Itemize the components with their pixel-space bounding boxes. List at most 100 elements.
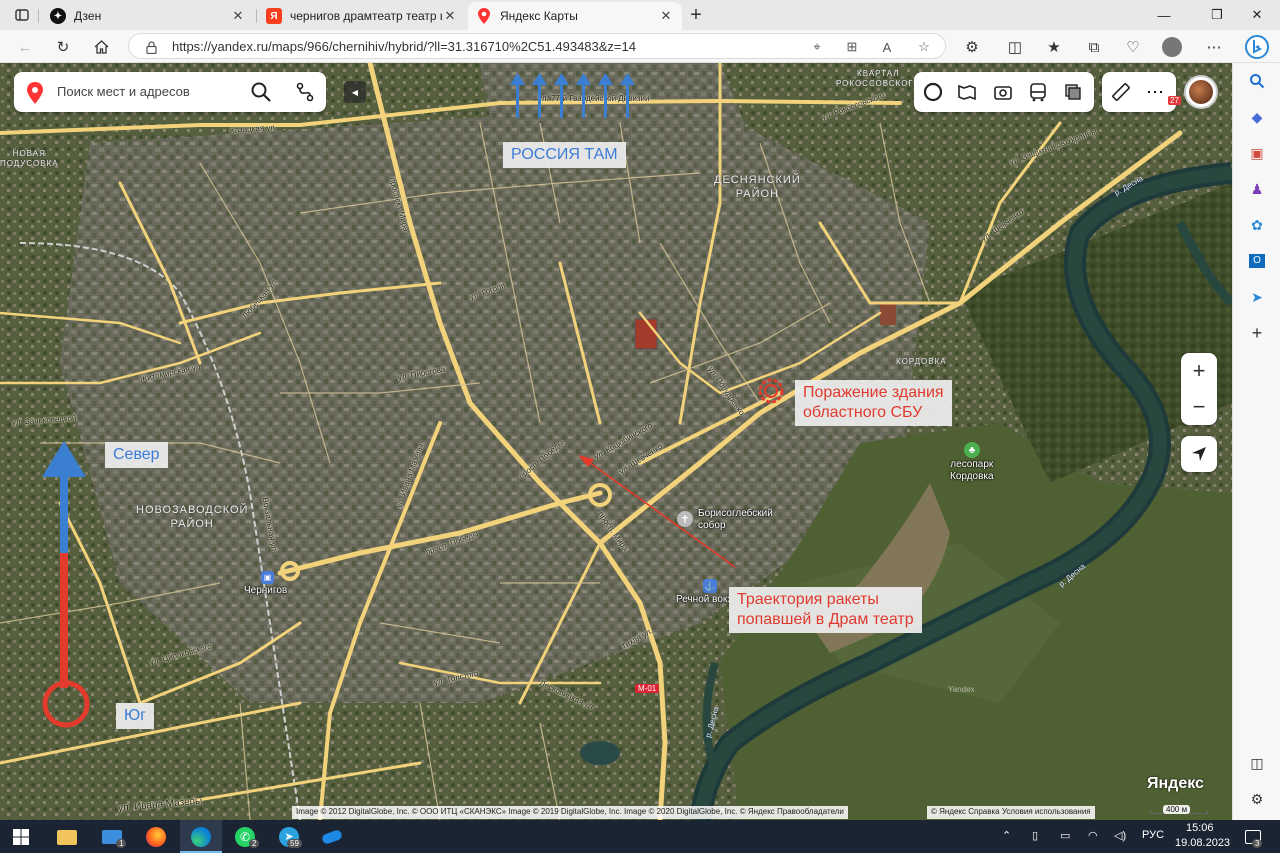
sidebar-search-icon[interactable] [1245,69,1269,93]
zoom-in-button[interactable]: + [1181,353,1217,389]
home-button[interactable] [90,36,112,58]
tab-yandex-maps[interactable]: Яндекс Карты ✕ [468,2,682,30]
search-input[interactable]: Поиск мест и адресов [57,84,190,99]
sidebar-hide-icon[interactable]: ◫ [1245,751,1269,775]
map-layers-icon[interactable] [922,81,944,103]
collapse-panel-button[interactable]: ◀ [344,81,366,103]
photo-icon[interactable] [992,81,1014,103]
new-tab-button[interactable]: + [686,4,706,26]
address-bar-row: ← ↻ https://yandex.ru/maps/966/chernihiv… [0,30,1280,63]
highway-shield: М-01 [635,684,660,693]
user-avatar[interactable] [1184,75,1218,109]
route-icon[interactable] [294,81,316,103]
minimize-button[interactable]: — [1141,0,1187,30]
copyright-text[interactable]: Image © 2012 DigitalGlobe, Inc. © ООО ИТ… [292,806,848,819]
clock-date[interactable]: 19.08.2023 [1175,837,1230,849]
map-search-bar[interactable]: Поиск мест и адресов [14,72,326,112]
volume-icon[interactable]: ◁) [1114,829,1126,842]
sidebar-games-icon[interactable]: ♟ [1245,177,1269,201]
browser-tab-bar: ✦ Дзен ✕ Я чернигов драмтеатр театр шевч… [0,0,1280,30]
poi-label-sobor: Борисоглебский собор [698,508,773,531]
collections-icon[interactable]: ⧉ [1083,36,1105,58]
close-icon[interactable]: ✕ [230,8,246,24]
windows-taskbar: 1 ✆ 2 ➤ 59 ⌃ ▯ ▭ ◠ ◁) РУС 15:06 19.08.20… [0,820,1280,853]
close-icon[interactable]: ✕ [442,8,458,24]
annotation-rocket-trajectory: Траектория ракеты попавшей в Драм театр [729,587,922,633]
transport-icon[interactable] [1027,81,1049,103]
lock-icon[interactable] [141,37,161,57]
yandex-pin-icon [27,82,43,104]
zoom-controls: + − [1181,353,1217,425]
clock-time[interactable]: 15:06 [1186,822,1214,834]
split-screen-icon[interactable]: ◫ [1004,36,1026,58]
annotation-south: Юг [116,703,154,729]
battery-icon[interactable]: ▭ [1060,829,1070,842]
edge-icon[interactable] [188,824,214,850]
more-menu-icon[interactable]: ⋯ [1203,36,1225,58]
firefox-icon[interactable] [143,824,169,850]
district-label-desnyansky: ДЕСНЯНСКИЙ РАЙОН [714,174,801,200]
windows-start-icon[interactable] [8,824,34,850]
poi-label-lesopark: лесопарк Кордовка [950,459,994,482]
favorites-icon[interactable]: ★ [1043,36,1065,58]
extensions-icon[interactable]: ⚙ [961,36,983,58]
map-layers-panel [914,72,1094,112]
tab-title: Дзен [74,9,102,23]
port-marker-icon[interactable]: ⚓ [703,579,717,593]
yandex-maps-icon [476,8,492,24]
ruler-icon[interactable] [1110,81,1132,103]
url-field[interactable]: https://yandex.ru/maps/966/chernihiv/hyb… [128,33,946,59]
district-label-novozavodskoy: НОВОЗАВОДСКОЙ РАЙОН [136,504,249,530]
file-explorer-icon[interactable] [54,824,80,850]
tab-title: чернигов драмтеатр театр шевч [290,9,442,23]
annotation-north: Север [105,442,168,468]
tab-title: Яндекс Карты [500,9,578,23]
close-window-button[interactable]: ✕ [1234,0,1280,30]
park-marker-icon[interactable]: ♣ [964,442,980,458]
more-options-icon[interactable]: ⋯ [1144,81,1166,103]
poi-label-vokzal: Речной вокз. [676,594,735,605]
tab-dzen[interactable]: ✦ Дзен ✕ [42,2,254,30]
annotation-russia: РОССИЯ ТАМ [503,142,626,168]
tray-device-icon[interactable]: ▯ [1032,829,1038,842]
station-marker-icon[interactable]: ▣ [261,571,274,584]
bing-copilot-icon[interactable] [1243,33,1271,61]
road-label: ул. 77-й Гвардейской Дивизии [538,94,650,103]
app-icon[interactable] [319,824,345,850]
reload-button[interactable]: ↻ [52,36,74,58]
notification-badge: 27 [1168,96,1181,105]
apps-icon[interactable]: ⊞ [842,37,862,57]
telegram-badge: 59 [287,839,302,848]
navigation-arrow-icon [1192,447,1206,461]
scale-label: 400 м [1163,805,1191,814]
close-icon[interactable]: ✕ [658,8,674,24]
church-marker-icon[interactable]: ✝ [677,511,693,527]
zoom-out-button[interactable]: − [1181,389,1217,425]
wifi-icon[interactable]: ◠ [1088,829,1098,842]
location-icon[interactable]: ⌖ [807,37,827,57]
language-indicator[interactable]: РУС [1142,829,1164,841]
map-canvas[interactable]: ДЕСНЯНСКИЙ РАЙОН НОВОЗАВОДСКОЙ РАЙОН КОР… [0,63,1232,820]
tab-actions-icon[interactable] [12,5,32,25]
read-aloud-icon[interactable]: A [877,37,897,57]
sidebar-outlook-icon[interactable]: O [1245,249,1269,273]
profile-avatar[interactable] [1161,36,1183,58]
sidebar-tools-icon[interactable]: ▣ [1245,141,1269,165]
sidebar-send-icon[interactable]: ➤ [1245,285,1269,309]
panorama-icon[interactable] [956,81,978,103]
sidebar-shopping-icon[interactable]: ◆ [1245,105,1269,129]
layers-stack-icon[interactable] [1062,81,1084,103]
tray-chevron-icon[interactable]: ⌃ [1002,829,1011,842]
tab-search[interactable]: Я чернигов драмтеатр театр шевч ✕ [258,2,466,30]
favorite-star-icon[interactable]: ☆ [914,37,934,57]
map-watermark: Yandex [948,685,975,694]
sidebar-add-icon[interactable]: + [1245,321,1269,345]
legal-links[interactable]: © Яндекс Справка Условия использования [927,806,1095,819]
sidebar-copilot-icon[interactable]: ✿ [1245,213,1269,237]
geolocation-button[interactable] [1181,436,1217,472]
search-icon[interactable] [250,81,272,103]
sidebar-settings-icon[interactable]: ⚙ [1245,787,1269,811]
url-text: https://yandex.ru/maps/966/chernihiv/hyb… [172,39,636,54]
back-button[interactable]: ← [14,36,36,58]
browser-essentials-icon[interactable]: ♡ [1122,36,1144,58]
